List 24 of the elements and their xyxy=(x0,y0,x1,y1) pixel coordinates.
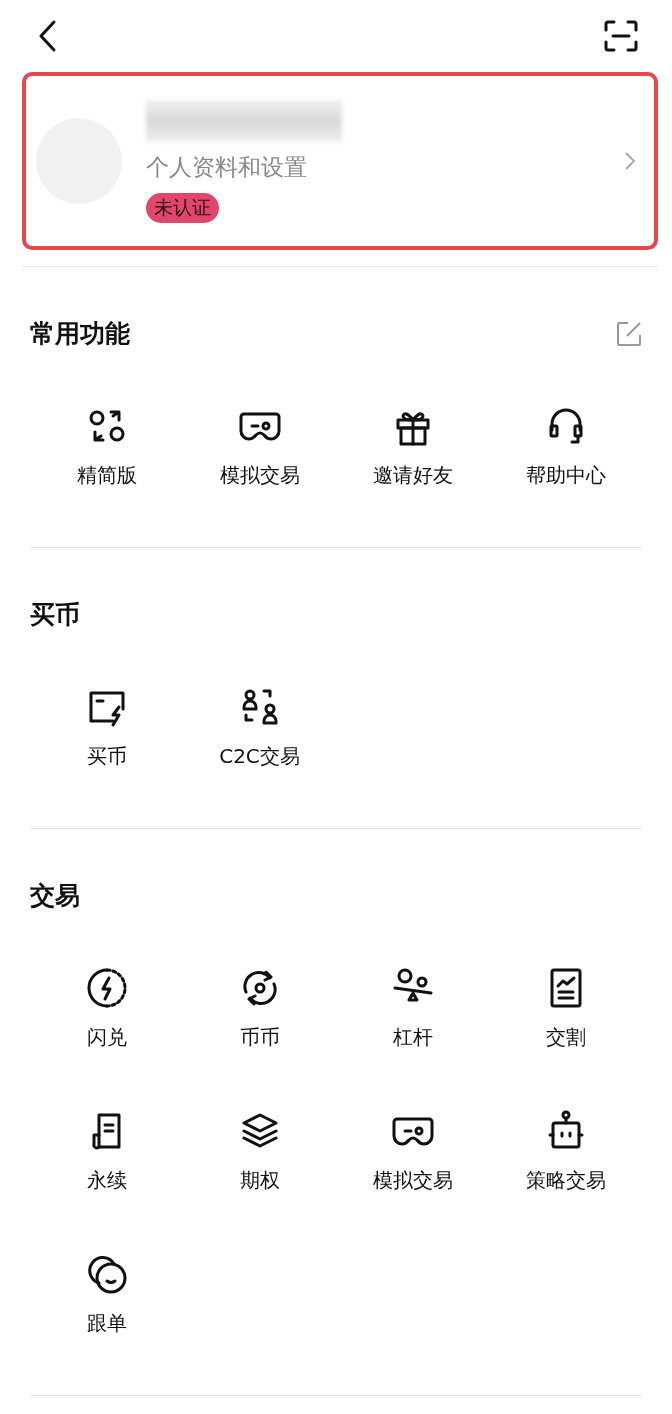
section-title: 常用功能 xyxy=(30,318,130,350)
feature-button[interactable]: 期权 xyxy=(183,1107,336,1194)
feature-button[interactable]: 模拟交易 xyxy=(336,1107,489,1194)
feature-button[interactable]: 交割 xyxy=(489,964,642,1051)
feature-button[interactable]: 币币 xyxy=(183,964,336,1051)
feature-button[interactable]: 精简版 xyxy=(30,402,183,489)
feature-button[interactable]: 闪兑 xyxy=(30,964,183,1051)
feature-button[interactable]: 邀请好友 xyxy=(336,402,489,489)
scan-icon[interactable] xyxy=(604,20,638,52)
section-title: 交易 xyxy=(30,880,80,912)
feature-button[interactable]: 永续 xyxy=(30,1107,183,1194)
verification-badge: 未认证 xyxy=(146,192,219,223)
feature-button[interactable]: 策略交易 xyxy=(489,1107,642,1194)
feature-button[interactable]: C2C交易 xyxy=(183,683,336,770)
section-title: 买币 xyxy=(30,599,80,631)
feature-button[interactable]: 杠杆 xyxy=(336,964,489,1051)
profile-card[interactable]: 个人资料和设置 未认证 xyxy=(22,72,658,250)
feature-button[interactable]: 跟单 xyxy=(30,1250,183,1337)
chevron-right-icon xyxy=(624,151,636,171)
feature-button[interactable]: 帮助中心 xyxy=(489,402,642,489)
feature-button[interactable]: 模拟交易 xyxy=(183,402,336,489)
feature-button[interactable]: 买币 xyxy=(30,683,183,770)
profile-subtitle: 个人资料和设置 xyxy=(146,152,308,182)
edit-icon[interactable] xyxy=(616,320,642,347)
